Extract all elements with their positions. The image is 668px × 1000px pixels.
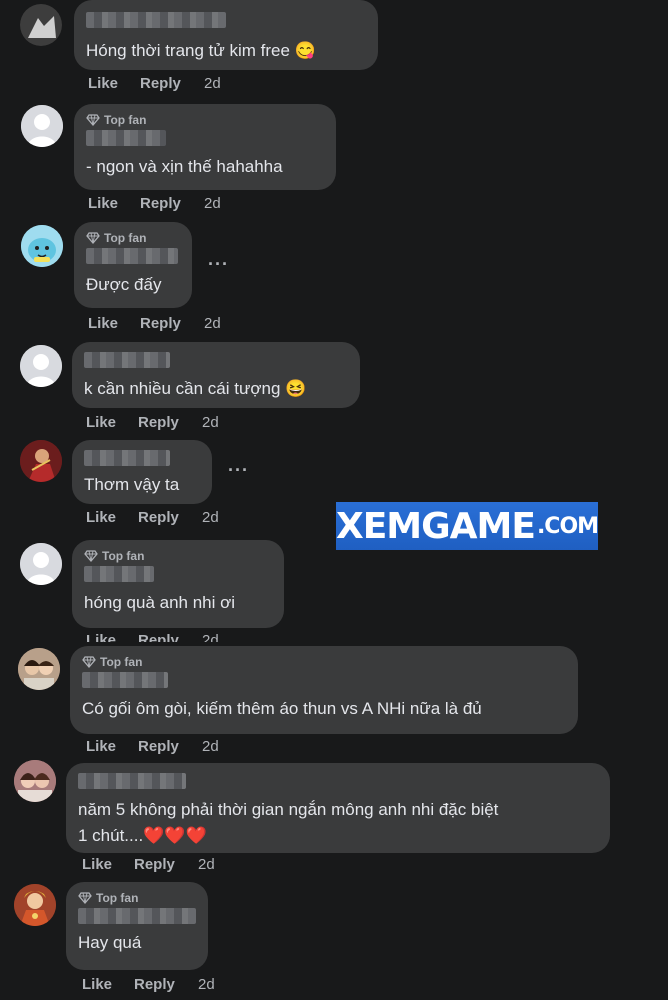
avatar[interactable]	[20, 345, 62, 387]
comment-text: k cần nhiều cần cái tượng 😆	[84, 379, 307, 398]
comment-bubble: năm 5 không phải thời gian ngắn mông anh…	[66, 763, 610, 853]
commenter-name[interactable]	[82, 672, 168, 688]
watermark-suffix: .COM	[536, 513, 599, 539]
top-fan-label: Top fan	[102, 549, 145, 563]
timestamp[interactable]: 2d	[204, 195, 221, 212]
commenter-name[interactable]	[84, 352, 170, 368]
avatar[interactable]	[20, 543, 62, 585]
commenter-name[interactable]	[86, 12, 226, 28]
comment-text: - ngon và xịn thế hahahha	[86, 157, 283, 176]
comment-bubble: Top fan - ngon và xịn thế hahahha	[74, 104, 336, 190]
timestamp[interactable]: 2d	[204, 75, 221, 92]
top-fan-badge[interactable]: Top fan	[86, 112, 324, 128]
emoji: 😋	[294, 41, 316, 60]
comment-text: năm 5 không phải thời gian ngắn mông anh…	[78, 800, 499, 845]
reply-button[interactable]: Reply	[134, 976, 198, 993]
commenter-name[interactable]	[84, 566, 154, 582]
commenter-name[interactable]	[84, 450, 170, 466]
like-button[interactable]: Like	[88, 75, 140, 92]
timestamp[interactable]: 2d	[198, 856, 215, 873]
top-fan-label: Top fan	[100, 655, 143, 669]
watermark-main: XEMGAME	[335, 505, 536, 547]
like-button[interactable]: Like	[82, 976, 134, 993]
diamond-icon	[86, 114, 100, 126]
diamond-icon	[78, 892, 92, 904]
comment-text: Được đấy	[86, 275, 162, 294]
comment-actions: Like Reply 2d	[82, 856, 215, 873]
comment-text: hóng quà anh nhi ơi	[84, 593, 236, 612]
comment-actions: Like Reply 2d	[82, 976, 215, 993]
commenter-name[interactable]	[86, 248, 178, 264]
more-options-icon[interactable]: ···	[228, 460, 249, 481]
comment-actions: Like Reply 2d	[88, 195, 221, 212]
xemgame-watermark: XEMGAME .COM	[335, 502, 599, 550]
avatar[interactable]	[20, 440, 62, 482]
timestamp[interactable]: 2d	[204, 315, 221, 332]
comment-bubble: k cần nhiều cần cái tượng 😆	[72, 342, 360, 408]
avatar[interactable]	[20, 4, 62, 46]
comment-bubble: Top fan Được đấy	[74, 222, 192, 308]
comment-text: Hay quá	[78, 933, 142, 952]
comment-bubble: Top fan Có gối ôm gòi, kiếm thêm áo thun…	[70, 646, 578, 734]
reply-button[interactable]: Reply	[138, 632, 202, 642]
like-button[interactable]: Like	[82, 856, 134, 873]
reply-button[interactable]: Reply	[138, 509, 202, 526]
avatar[interactable]	[21, 225, 63, 267]
avatar[interactable]	[18, 648, 60, 690]
timestamp[interactable]: 2d	[202, 632, 219, 642]
top-fan-label: Top fan	[104, 231, 147, 245]
avatar[interactable]	[14, 760, 56, 802]
diamond-icon	[82, 656, 96, 668]
avatar[interactable]	[21, 105, 63, 147]
timestamp[interactable]: 2d	[202, 738, 219, 755]
comment-text: Có gối ôm gòi, kiếm thêm áo thun vs A NH…	[82, 699, 482, 718]
avatar[interactable]	[14, 884, 56, 926]
timestamp[interactable]: 2d	[202, 509, 219, 526]
reply-button[interactable]: Reply	[134, 856, 198, 873]
comment-actions: Like Reply 2d	[86, 632, 219, 642]
like-button[interactable]: Like	[86, 509, 138, 526]
diamond-icon	[86, 232, 100, 244]
top-fan-label: Top fan	[96, 891, 139, 905]
comment-actions: Like Reply 2d	[86, 509, 219, 526]
commenter-name[interactable]	[78, 773, 186, 789]
like-button[interactable]: Like	[88, 315, 140, 332]
reply-button[interactable]: Reply	[138, 414, 202, 431]
comment-text: Hóng thời trang tử kim free 😋	[86, 41, 316, 60]
commenter-name[interactable]	[78, 908, 196, 924]
top-fan-badge[interactable]: Top fan	[86, 230, 180, 246]
top-fan-label: Top fan	[104, 113, 147, 127]
comment-bubble: Top fan Hay quá	[66, 882, 208, 970]
comment-actions: Like Reply 2d	[88, 315, 221, 332]
reply-button[interactable]: Reply	[140, 315, 204, 332]
comment-actions: Like Reply 2d	[86, 414, 219, 431]
commenter-name[interactable]	[86, 130, 166, 146]
comment-bubble: Top fan hóng quà anh nhi ơi	[72, 540, 284, 628]
top-fan-badge[interactable]: Top fan	[82, 654, 566, 670]
top-fan-badge[interactable]: Top fan	[78, 890, 196, 906]
more-options-icon[interactable]: ···	[208, 254, 229, 275]
diamond-icon	[84, 550, 98, 562]
timestamp[interactable]: 2d	[202, 414, 219, 431]
reply-button[interactable]: Reply	[140, 75, 204, 92]
reply-button[interactable]: Reply	[138, 738, 202, 755]
like-button[interactable]: Like	[86, 414, 138, 431]
like-button[interactable]: Like	[88, 195, 140, 212]
comment-bubble: Thơm vậy ta	[72, 440, 212, 504]
reply-button[interactable]: Reply	[140, 195, 204, 212]
comment-actions: Like Reply 2d	[88, 75, 221, 92]
comment-bubble: Hóng thời trang tử kim free 😋	[74, 0, 378, 70]
like-button[interactable]: Like	[86, 632, 138, 642]
top-fan-badge[interactable]: Top fan	[84, 548, 272, 564]
comment-actions: Like Reply 2d	[86, 738, 219, 755]
emoji: 😆	[285, 379, 307, 398]
comment-text: Thơm vậy ta	[84, 475, 180, 494]
timestamp[interactable]: 2d	[198, 976, 215, 993]
like-button[interactable]: Like	[86, 738, 138, 755]
